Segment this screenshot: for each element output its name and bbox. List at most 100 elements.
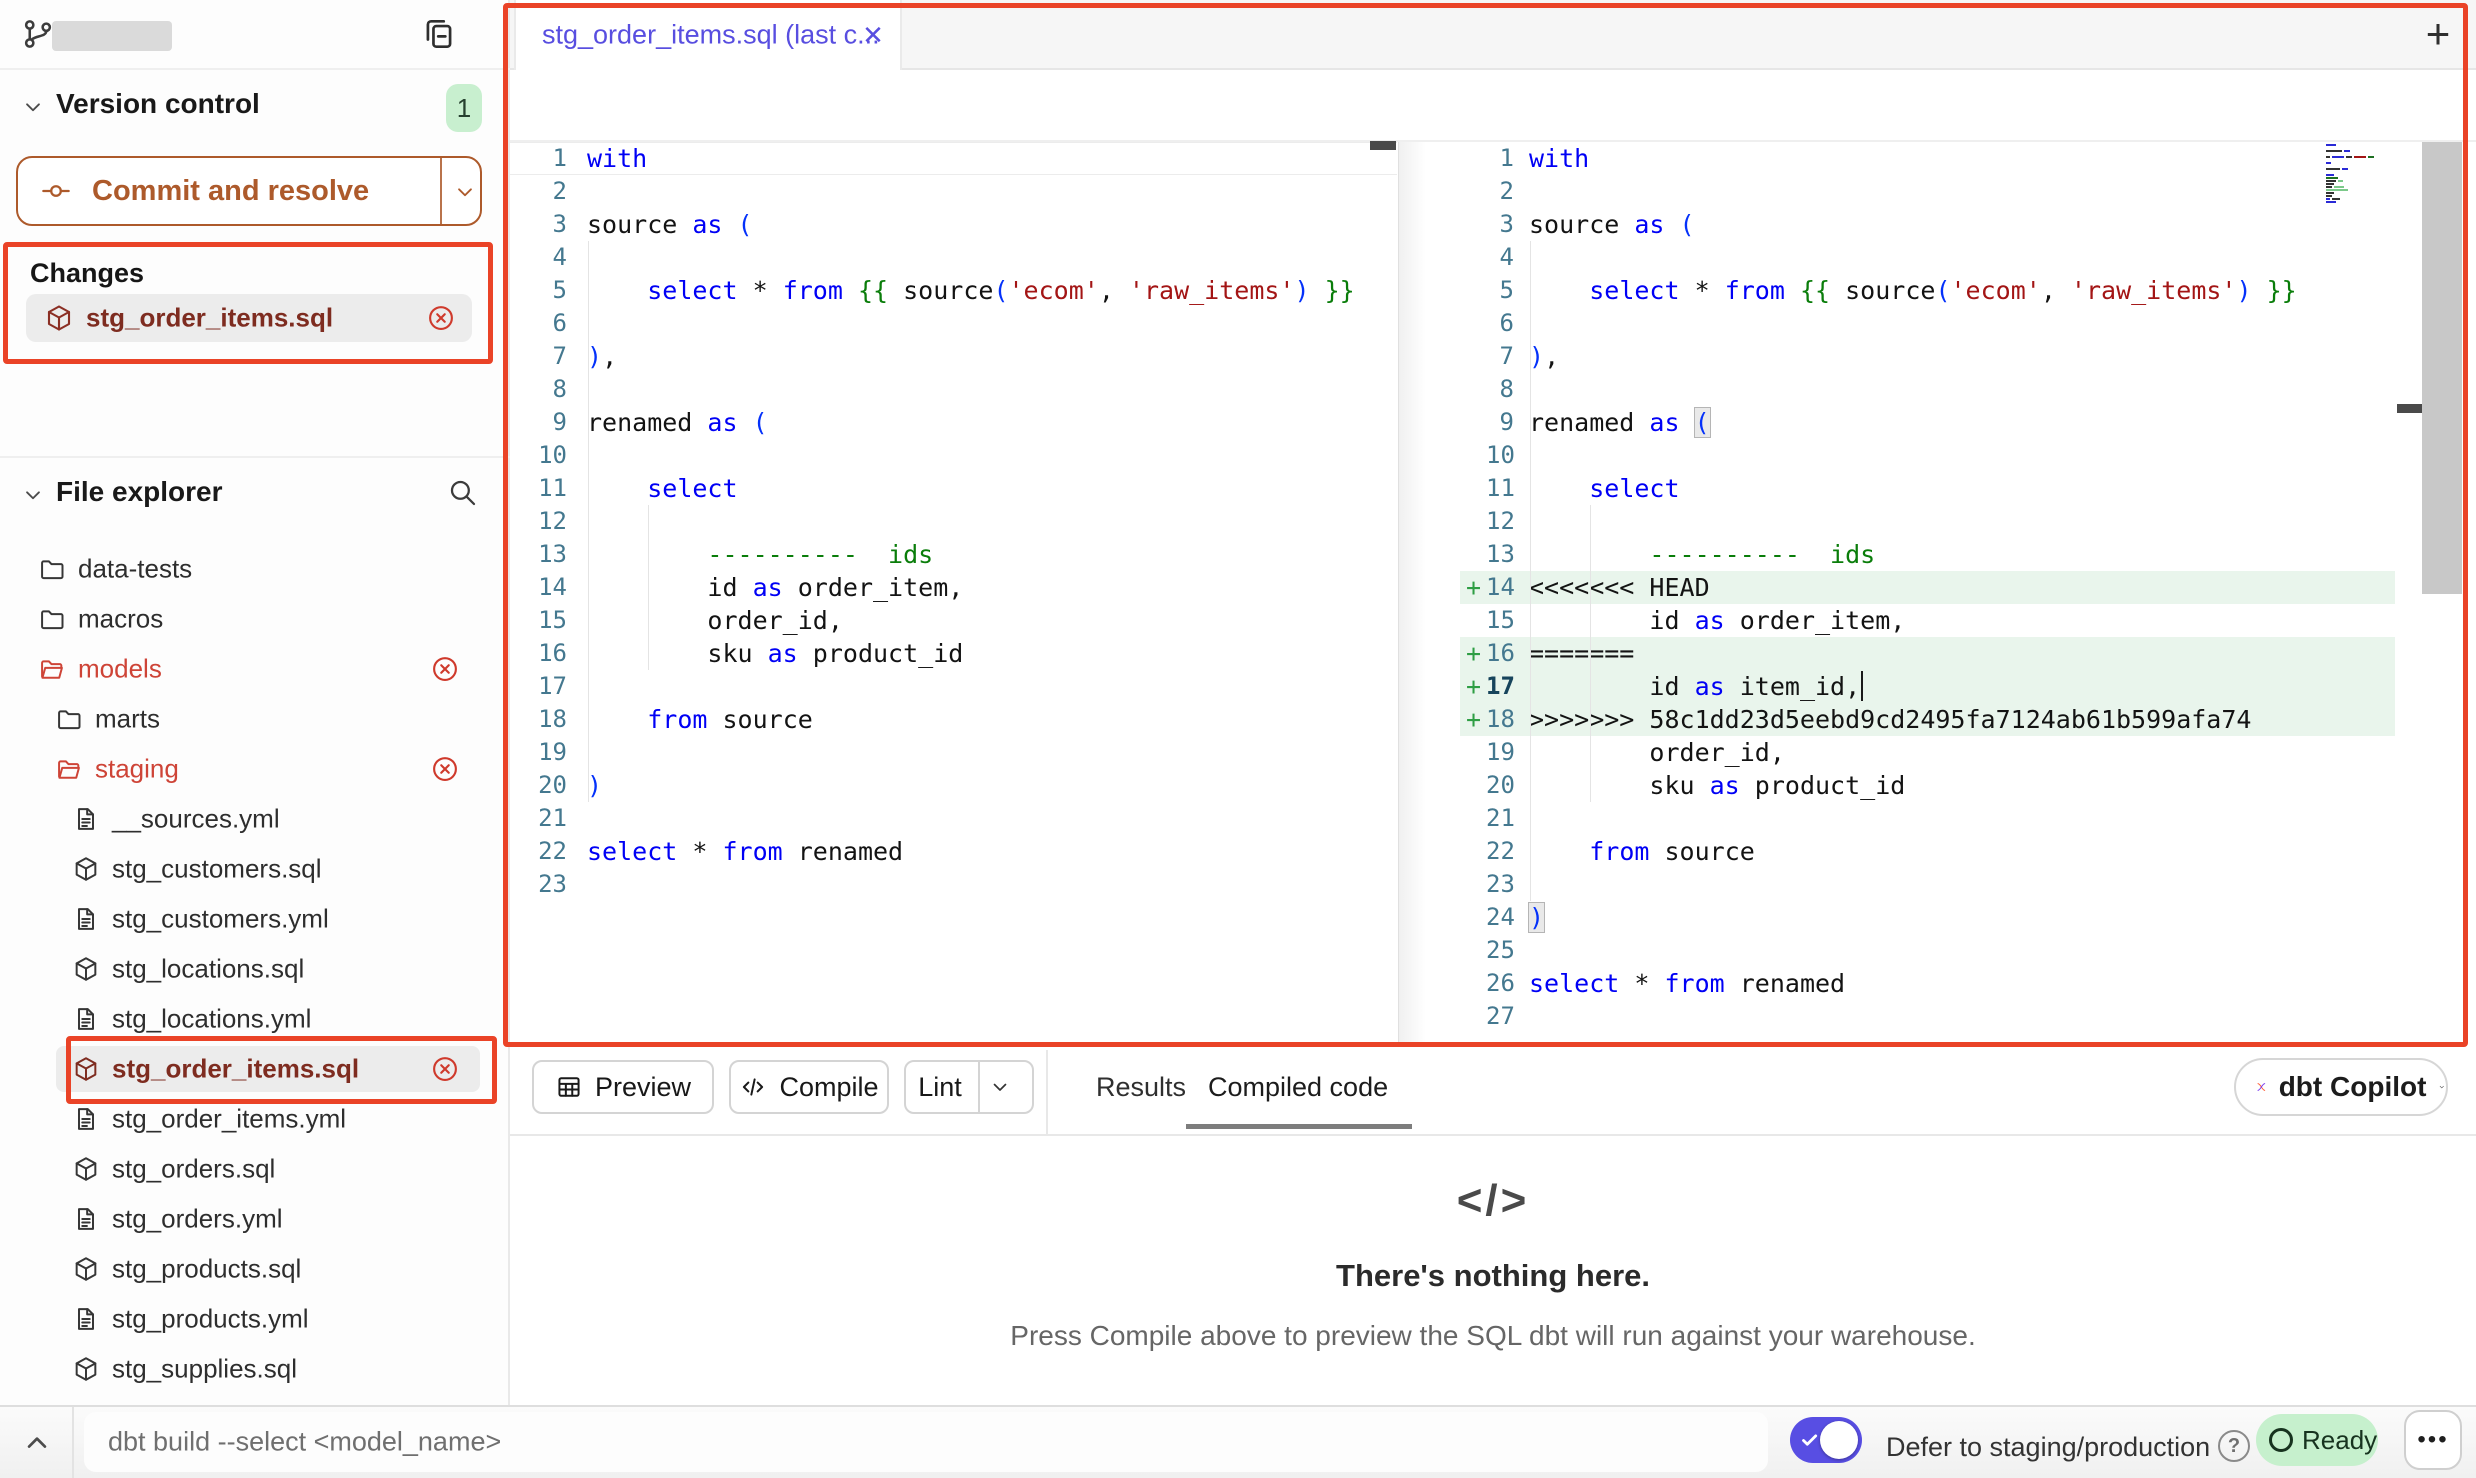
minimap[interactable] [2326,144,2394,208]
code-line[interactable]: 22 from source [1460,835,2395,868]
chevron-down-icon[interactable] [20,94,46,120]
changed-file-row[interactable]: stg_order_items.sql [26,294,472,342]
code-line[interactable]: 11 select [1460,472,2395,505]
tab-compiled-code[interactable]: Compiled code [1208,1072,1388,1103]
chevron-down-icon[interactable] [988,1075,1012,1099]
file-tree-item-stg_customers.sql[interactable]: stg_customers.sql [0,844,508,894]
code-line[interactable]: 4 [1460,241,2395,274]
file-tree-item-stg_products.sql[interactable]: stg_products.sql [0,1244,508,1294]
chevron-down-icon[interactable] [452,179,478,205]
file-tree-item-stg_order_items.yml[interactable]: stg_order_items.yml [0,1094,508,1144]
file-tree-item-stg_locations.sql[interactable]: stg_locations.sql [0,944,508,994]
code-line[interactable]: 1with [1460,142,2395,175]
file-tree-item-stg_customers.yml[interactable]: stg_customers.yml [0,894,508,944]
code-line[interactable]: 16 sku as product_id [510,637,1397,670]
code-line[interactable]: 4 [510,241,1397,274]
code-line[interactable]: 13 ---------- ids [510,538,1397,571]
vertical-scrollbar[interactable] [2422,142,2462,594]
code-line[interactable]: 24) [1460,901,2395,934]
file-tree-item-data-tests[interactable]: data-tests [0,544,508,594]
compile-button[interactable]: Compile [729,1060,889,1114]
dbt-copilot-button[interactable]: dbt Copilot [2234,1058,2448,1116]
code-line[interactable]: 5 select * from {{ source('ecom', 'raw_i… [510,274,1397,307]
code-line[interactable]: 14 id as order_item, [510,571,1397,604]
pane-divider[interactable] [1398,142,1426,1047]
file-tree-item-marts[interactable]: marts [0,694,508,744]
code-line[interactable]: 3source as ( [1460,208,2395,241]
code-line[interactable]: 2 [1460,175,2395,208]
discard-icon[interactable] [430,1054,460,1084]
code-line[interactable]: 25 [1460,934,2395,967]
code-line[interactable]: +18>>>>>>> 58c1dd23d5eebd9cd2495fa7124ab… [1460,703,2395,736]
code-line[interactable]: +14<<<<<<< HEAD [1460,571,2395,604]
file-tree-item-staging[interactable]: staging [0,744,508,794]
chevron-up-icon[interactable] [16,1422,58,1460]
code-line[interactable]: 20) [510,769,1397,802]
code-line[interactable]: 23 [510,868,1397,901]
code-line[interactable]: 19 [510,736,1397,769]
discard-change-icon[interactable] [426,303,456,333]
more-menu-button[interactable]: ••• [2404,1410,2462,1470]
code-line[interactable]: 22select * from renamed [510,835,1397,868]
code-line[interactable]: 11 select [510,472,1397,505]
diff-editor-modified[interactable]: 1with23source as (45 select * from {{ so… [1460,142,2395,1033]
code-line[interactable]: 27 [1460,1000,2395,1033]
file-tree-item-models[interactable]: models [0,644,508,694]
code-line[interactable]: 23 [1460,868,2395,901]
defer-toggle[interactable] [1790,1417,1862,1463]
code-line[interactable]: 7), [1460,340,2395,373]
code-line[interactable]: 17 [510,670,1397,703]
file-tree-item-__sources.yml[interactable]: __sources.yml [0,794,508,844]
tab-stg-order-items[interactable]: stg_order_items.sql (last c... ✕ [514,0,902,70]
file-tree-item-stg_orders.sql[interactable]: stg_orders.sql [0,1144,508,1194]
lint-button[interactable]: Lint [904,1060,1034,1114]
close-icon[interactable]: ✕ [860,22,886,48]
code-line[interactable]: 18 from source [510,703,1397,736]
discard-icon[interactable] [430,654,460,684]
chevron-down-icon[interactable] [20,482,46,508]
code-line[interactable]: 10 [1460,439,2395,472]
file-tree-item-stg_locations.yml[interactable]: stg_locations.yml [0,994,508,1044]
code-line[interactable]: 20 sku as product_id [1460,769,2395,802]
code-line[interactable]: 8 [1460,373,2395,406]
command-input[interactable]: dbt build --select <model_name> [84,1412,1768,1472]
search-icon[interactable] [446,476,478,508]
code-line[interactable]: 21 [510,802,1397,835]
code-line[interactable]: 8 [510,373,1397,406]
code-line[interactable]: 5 select * from {{ source('ecom', 'raw_i… [1460,274,2395,307]
file-tree-item-stg_order_items.sql[interactable]: stg_order_items.sql [0,1044,508,1094]
code-line[interactable]: +16======= [1460,637,2395,670]
line-number: 2 [1486,175,1522,208]
preview-button[interactable]: Preview [532,1060,714,1114]
file-tree-item-stg_orders.yml[interactable]: stg_orders.yml [0,1194,508,1244]
code-line[interactable]: 6 [510,307,1397,340]
commit-and-resolve-button[interactable]: Commit and resolve [16,156,482,226]
file-tree-item-stg_supplies.sql[interactable]: stg_supplies.sql [0,1344,508,1394]
model-icon [72,1055,100,1083]
code-line[interactable]: 2 [510,175,1397,208]
code-line[interactable]: 6 [1460,307,2395,340]
code-line[interactable]: 26select * from renamed [1460,967,2395,1000]
diff-editor-original[interactable]: 1with23source as (45 select * from {{ so… [510,142,1397,901]
help-icon[interactable]: ? [2218,1430,2250,1462]
code-line[interactable]: +17 id as item_id, [1460,670,2395,703]
code-line[interactable]: 9renamed as ( [510,406,1397,439]
code-line[interactable]: 15 id as order_item, [1460,604,2395,637]
code-line[interactable]: 21 [1460,802,2395,835]
discard-icon[interactable] [430,754,460,784]
code-line[interactable]: 19 order_id, [1460,736,2395,769]
code-line[interactable]: 15 order_id, [510,604,1397,637]
file-tree-item-stg_products.yml[interactable]: stg_products.yml [0,1294,508,1344]
code-line[interactable]: 12 [510,505,1397,538]
code-line[interactable]: 13 ---------- ids [1460,538,2395,571]
code-line[interactable]: 12 [1460,505,2395,538]
code-line[interactable]: 1with [510,142,1397,175]
copy-icon[interactable] [420,15,458,53]
tab-results[interactable]: Results [1096,1072,1186,1103]
new-tab-button[interactable]: + [2416,12,2460,56]
code-line[interactable]: 9renamed as ( [1460,406,2395,439]
file-tree-item-macros[interactable]: macros [0,594,508,644]
code-line[interactable]: 10 [510,439,1397,472]
code-line[interactable]: 3source as ( [510,208,1397,241]
code-line[interactable]: 7), [510,340,1397,373]
